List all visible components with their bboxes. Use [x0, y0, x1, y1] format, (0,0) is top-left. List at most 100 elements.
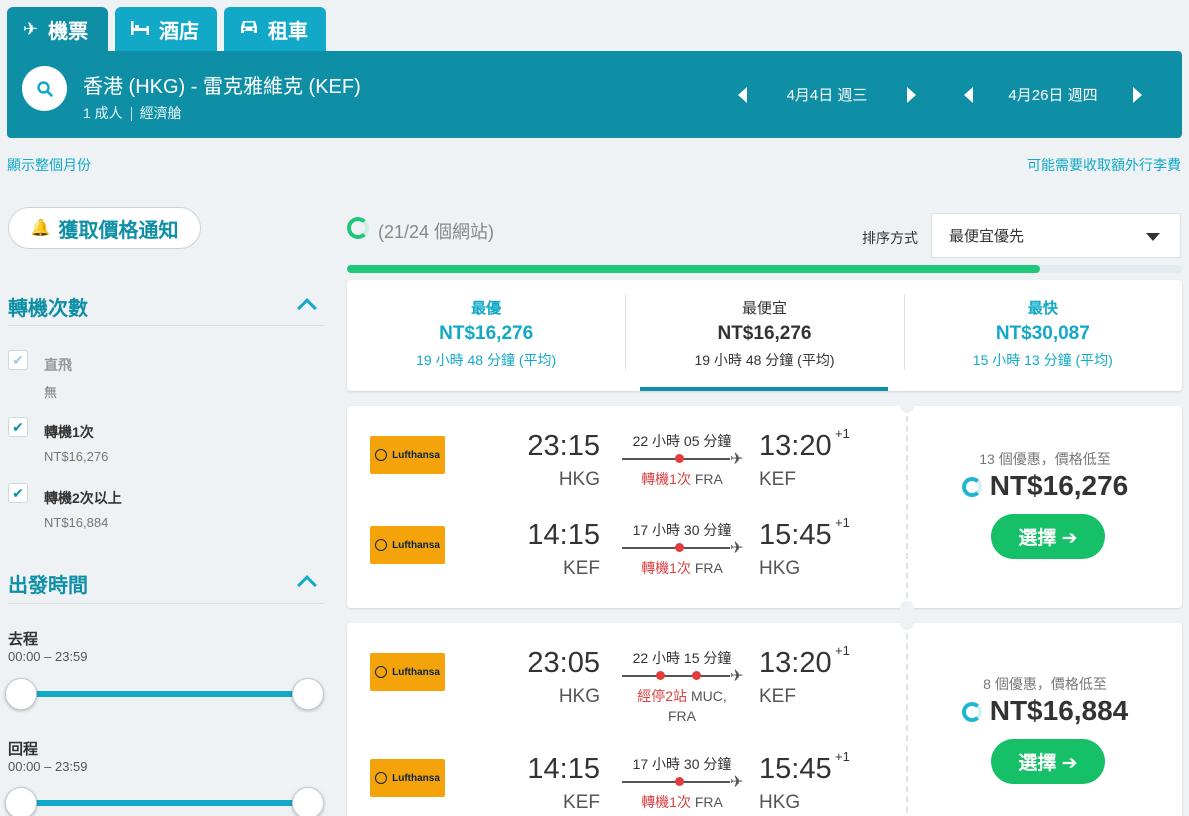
tab-cars[interactable]: 租車	[224, 7, 326, 51]
caret-down-icon	[1146, 233, 1160, 241]
one-stop-label[interactable]: 轉機1次	[44, 422, 94, 442]
depart-date-nav: 4月4日 週三	[738, 51, 916, 138]
stop-dot	[675, 777, 684, 786]
summary-duration: 19 小時 48 分鐘 (平均)	[416, 352, 557, 368]
departure-time: 14:15	[527, 753, 600, 785]
loading-spinner-icon	[347, 217, 369, 239]
select-button[interactable]: 選擇 ➔	[991, 514, 1105, 559]
outbound-slider-min-handle[interactable]	[5, 678, 37, 710]
result-card[interactable]: Lufthansa 23:15 HKG 22 小時 05 分鐘 ✈ 轉機1次 F…	[347, 399, 1182, 615]
plane-icon: ✈	[730, 540, 744, 557]
cheapest-summary-tab[interactable]: 最便宜 NT$16,276 19 小時 48 分鐘 (平均)	[625, 280, 903, 391]
select-button[interactable]: 選擇 ➔	[991, 739, 1105, 784]
cabin-class: 經濟艙	[139, 105, 182, 121]
next-depart-date-button[interactable]	[907, 86, 916, 103]
stop-dot	[675, 454, 684, 463]
best-summary-tab[interactable]: 最優 NT$16,276 19 小時 48 分鐘 (平均)	[347, 280, 625, 391]
search-progress-fill	[347, 265, 1041, 273]
return-slider-max-handle[interactable]	[292, 787, 324, 816]
stops-info: 轉機1次 FRA	[641, 471, 723, 487]
route-line	[622, 675, 730, 677]
nonstop-checkbox[interactable]: ✔	[8, 350, 28, 370]
tab-label: 機票	[48, 20, 89, 43]
outbound-time-label: 去程	[8, 631, 39, 648]
lufthansa-crane-icon	[375, 539, 388, 551]
chevron-up-icon[interactable]	[297, 575, 317, 595]
stops-filter-title[interactable]: 轉機次數	[8, 292, 88, 321]
loading-spinner-icon	[961, 477, 982, 497]
deal-count: 13 個優惠，價格低至	[979, 451, 1111, 467]
result-price: NT$16,884	[908, 695, 1182, 727]
chevron-up-icon[interactable]	[297, 298, 317, 318]
next-day-indicator: +1	[835, 426, 850, 441]
price-alert-label: 獲取價格通知	[58, 219, 179, 242]
lufthansa-crane-icon	[375, 666, 388, 678]
next-day-indicator: +1	[835, 643, 850, 658]
selected-tab-indicator	[640, 387, 888, 391]
arrival-airport: KEF	[759, 469, 796, 490]
depart-date[interactable]: 4月4日 週三	[747, 84, 907, 105]
arrival-airport: HKG	[759, 558, 801, 579]
arrival-airport: KEF	[759, 686, 796, 707]
result-price: NT$16,276	[908, 470, 1182, 502]
next-return-date-button[interactable]	[1133, 86, 1142, 103]
one-stop-price: NT$16,276	[44, 449, 109, 464]
sort-summary-tabs: 最優 NT$16,276 19 小時 48 分鐘 (平均) 最便宜 NT$16,…	[347, 280, 1182, 391]
price-alert-button[interactable]: 🔔 獲取價格通知	[8, 207, 201, 249]
nonstop-price: 無	[44, 385, 58, 400]
plane-icon: ✈	[730, 668, 744, 685]
airline-logo: Lufthansa	[370, 436, 445, 474]
tab-hotels[interactable]: 酒店	[115, 7, 217, 51]
fastest-summary-tab[interactable]: 最快 NT$30,087 15 小時 13 分鐘 (平均)	[903, 280, 1182, 391]
return-date[interactable]: 4月26日 週四	[973, 84, 1133, 105]
baggage-fees-link[interactable]: 可能需要收取額外行李費	[1027, 155, 1181, 175]
deal-count: 8 個優惠，價格低至	[983, 676, 1107, 692]
bed-icon	[131, 19, 149, 40]
return-slider-min-handle[interactable]	[5, 787, 37, 816]
summary-price: NT$16,276	[439, 323, 534, 344]
two-plus-stops-label[interactable]: 轉機2次以上	[44, 488, 122, 508]
return-date-nav: 4月26日 週四	[964, 51, 1142, 138]
sort-label: 排序方式	[862, 230, 918, 246]
summary-title: 最優	[471, 300, 502, 317]
leg-duration: 17 小時 30 分鐘	[632, 756, 732, 772]
summary-title: 最快	[1027, 300, 1058, 317]
route-title[interactable]: 香港 (HKG) - 雷克雅維克 (KEF)	[83, 70, 361, 99]
outbound-time-range: 00:00 – 23:59	[8, 649, 88, 664]
show-month-link[interactable]: 顯示整個月份	[7, 155, 91, 175]
outbound-slider-max-handle[interactable]	[292, 678, 324, 710]
summary-duration: 19 小時 48 分鐘 (平均)	[694, 352, 835, 368]
traveler-count: 1 成人	[83, 105, 123, 121]
return-leg: Lufthansa 14:15 KEF 17 小時 30 分鐘 ✈ 轉機1次 F…	[347, 729, 907, 813]
airline-logo: Lufthansa	[370, 526, 445, 564]
result-card[interactable]: Lufthansa 23:05 HKG 22 小時 15 分鐘 ✈ 經停2站 M…	[347, 616, 1182, 816]
prev-return-date-button[interactable]	[964, 86, 973, 103]
airline-logo: Lufthansa	[370, 759, 445, 797]
return-time-slider[interactable]	[20, 800, 310, 806]
summary-title: 最便宜	[741, 300, 787, 317]
search-progress-bar	[347, 265, 1182, 273]
leg-duration: 22 小時 05 分鐘	[632, 433, 732, 449]
two-plus-stops-checkbox[interactable]: ✔	[8, 483, 28, 503]
leg-duration: 17 小時 30 分鐘	[632, 522, 732, 538]
search-summary-bar: 香港 (HKG) - 雷克雅維克 (KEF) 1 成人 經濟艙 4月4日 週三 4…	[7, 51, 1182, 138]
departure-time: 14:15	[527, 519, 600, 551]
divider	[8, 325, 324, 326]
sort-select[interactable]: 最便宜優先	[931, 213, 1181, 258]
arrival-time: 15:45	[759, 519, 832, 551]
departure-time-filter-title[interactable]: 出發時間	[8, 569, 88, 598]
traveler-summary[interactable]: 1 成人 經濟艙	[83, 103, 182, 123]
stops-info: 轉機1次 FRA	[641, 794, 723, 810]
departure-airport: KEF	[563, 792, 600, 813]
prev-depart-date-button[interactable]	[738, 86, 747, 103]
summary-price: NT$16,276	[717, 323, 812, 344]
return-leg: Lufthansa 14:15 KEF 17 小時 30 分鐘 ✈ 轉機1次 F…	[347, 495, 907, 579]
stop-dot	[675, 543, 684, 552]
departure-time: 23:05	[527, 647, 600, 679]
outbound-leg: Lufthansa 23:15 HKG 22 小時 05 分鐘 ✈ 轉機1次 F…	[347, 406, 907, 490]
one-stop-checkbox[interactable]: ✔	[8, 417, 28, 437]
search-button[interactable]	[22, 66, 67, 111]
tab-flights[interactable]: ✈ 機票	[7, 7, 108, 51]
outbound-time-slider[interactable]	[20, 691, 310, 697]
stop-dot	[692, 671, 701, 680]
